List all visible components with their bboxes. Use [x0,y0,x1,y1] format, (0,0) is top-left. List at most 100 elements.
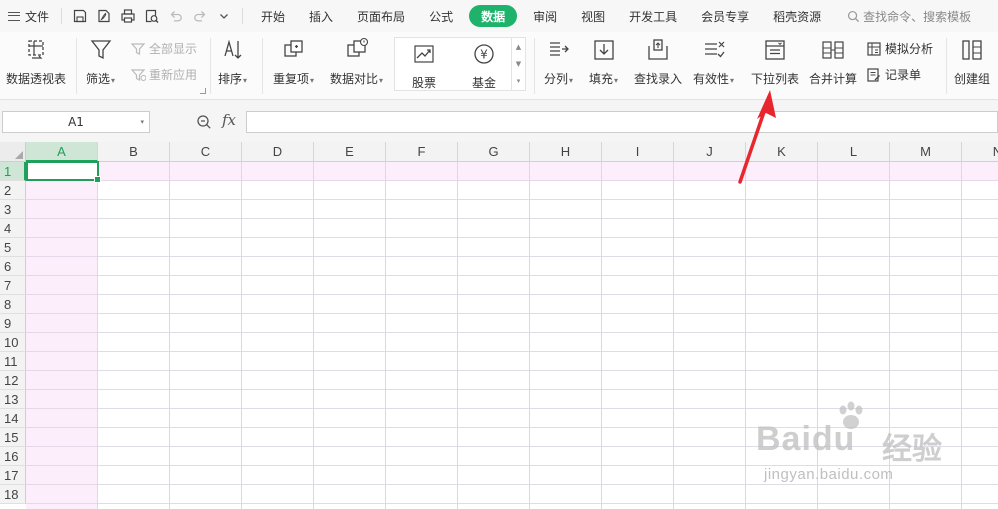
data-compare-label: 数据对比 [330,72,379,86]
stock-button[interactable]: 股票 [411,40,437,91]
row-header-18[interactable]: 18 [0,485,26,504]
row-header-16[interactable]: 16 [0,447,26,466]
chevron-down-icon[interactable]: ▾ [140,118,144,126]
redo-icon[interactable] [190,6,210,26]
print-icon[interactable] [118,6,138,26]
search-icon [848,10,860,22]
customize-toolbar-icon[interactable] [214,6,234,26]
row-header-17[interactable]: 17 [0,466,26,485]
data-compare-button[interactable]: 数据对比▾ [330,36,383,87]
sort-label: 排序 [218,72,243,86]
consolidate-icon [820,36,846,64]
split-column-icon [546,36,572,64]
active-cell[interactable] [26,161,101,183]
gallery-scroll[interactable]: ▲ ▼ ▾ [512,37,526,91]
show-all-button[interactable]: 全部显示 [130,40,197,57]
tab-home[interactable]: 开始 [249,5,297,27]
scroll-up-icon[interactable]: ▲ [516,43,521,51]
export-pdf-icon[interactable] [94,6,114,26]
row-header-3[interactable]: 3 [0,200,26,219]
row-header-11[interactable]: 11 [0,352,26,371]
create-group-label: 创建组 [954,72,991,86]
validity-button[interactable]: 有效性▾ [693,36,734,87]
column-header-n[interactable]: N [962,142,998,162]
file-menu-button[interactable]: 文件 [0,4,55,28]
row-header-15[interactable]: 15 [0,428,26,447]
scroll-down-icon[interactable]: ▼ [516,60,521,68]
fill-button[interactable]: 填充▾ [589,36,618,87]
column-header-c[interactable]: C [170,142,242,162]
column-header-f[interactable]: F [386,142,458,162]
row-header-4[interactable]: 4 [0,219,26,238]
filter-icon [88,36,114,64]
row-header-5[interactable]: 5 [0,238,26,257]
column-header-a[interactable]: A [26,142,98,162]
column-header-h[interactable]: H [530,142,602,162]
what-if-analysis-button[interactable]: 模拟分析 [866,40,933,57]
tab-developer[interactable]: 开发工具 [617,5,689,27]
row-header-1[interactable]: 1 [0,162,26,181]
tab-member[interactable]: 会员专享 [689,5,761,27]
tab-insert[interactable]: 插入 [297,5,345,27]
column-header-e[interactable]: E [314,142,386,162]
row-header-13[interactable]: 13 [0,390,26,409]
tab-docer-resources[interactable]: 稻壳资源 [761,5,833,27]
fund-button[interactable]: ¥ 基金 [471,40,497,91]
chevron-down-icon: ▾ [569,76,574,85]
what-if-analysis-label: 模拟分析 [885,42,934,56]
watermark-brand-cn: 经验 [882,432,942,467]
row-header-8[interactable]: 8 [0,295,26,314]
row-header-2[interactable]: 2 [0,181,26,200]
tab-formulas[interactable]: 公式 [417,5,465,27]
reapply-button[interactable]: 重新应用 [130,66,197,83]
validity-label: 有效性 [693,72,730,86]
sort-button[interactable]: 排序▾ [218,36,247,87]
record-form-icon [867,67,880,82]
undo-icon[interactable] [166,6,186,26]
tab-page-layout[interactable]: 页面布局 [345,5,417,27]
row-header-7[interactable]: 7 [0,276,26,295]
split-column-button[interactable]: 分列▾ [544,36,573,87]
row-header-14[interactable]: 14 [0,409,26,428]
zoom-icon[interactable] [196,114,212,130]
filter-dialog-launcher[interactable] [200,88,206,94]
lookup-entry-icon [645,36,671,64]
separator [534,38,535,94]
insert-function-button[interactable]: fx [222,111,236,129]
name-box[interactable]: A1 ▾ [2,111,150,133]
record-form-button[interactable]: 记录单 [866,66,921,83]
what-if-analysis-icon [867,41,881,56]
consolidate-label: 合并计算 [809,72,858,86]
column-header-d[interactable]: D [242,142,314,162]
column-header-m[interactable]: M [890,142,962,162]
column-header-g[interactable]: G [458,142,530,162]
duplicates-button[interactable]: 重复项▾ [273,36,314,87]
row-header-9[interactable]: 9 [0,314,26,333]
formula-input[interactable] [246,111,998,133]
separator [61,8,63,24]
lookup-entry-button[interactable]: 查找录入 [634,36,682,87]
chevron-down-icon: ▾ [111,76,116,85]
column-header-l[interactable]: L [818,142,890,162]
save-icon[interactable] [70,6,90,26]
pivot-table-button[interactable]: 数据透视表 [6,36,66,87]
gallery-expand-icon[interactable]: ▾ [517,77,521,85]
print-preview-icon[interactable] [142,6,162,26]
tab-view[interactable]: 视图 [569,5,617,27]
dropdown-list-button[interactable]: 下拉列表 [751,36,799,87]
column-header-i[interactable]: I [602,142,674,162]
column-highlight [26,162,98,509]
filter-button[interactable]: 筛选▾ [86,36,115,87]
ribbon-data: 数据透视表 筛选▾ 全部显示 重新应用 排序▾ 重复项▾ 数据对比▾ 股票 ¥ … [0,32,998,100]
row-header-10[interactable]: 10 [0,333,26,352]
command-search[interactable]: 查找命令、搜索模板 [847,8,971,25]
row-header-6[interactable]: 6 [0,257,26,276]
tab-data[interactable]: 数据 [469,5,518,27]
create-group-button[interactable]: 创建组 [954,36,990,87]
consolidate-button[interactable]: 合并计算 [809,36,857,87]
annotation-arrow [738,90,776,184]
column-header-b[interactable]: B [98,142,170,162]
row-header-12[interactable]: 12 [0,371,26,390]
tab-review[interactable]: 审阅 [521,5,569,27]
select-all-button[interactable] [0,142,26,162]
